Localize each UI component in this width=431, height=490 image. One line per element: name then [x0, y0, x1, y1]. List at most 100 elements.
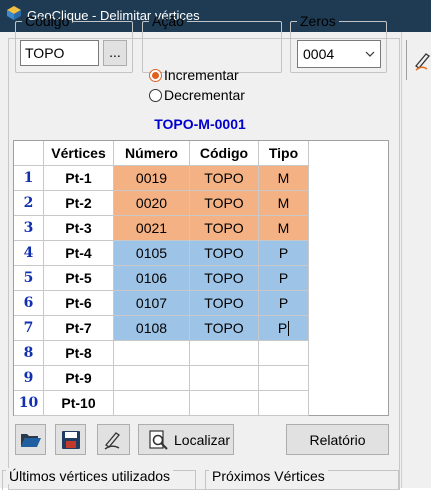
cell-tipo[interactable]: M: [259, 166, 309, 191]
cell-tipo[interactable]: [259, 366, 309, 391]
vertices-grid[interactable]: Vértices Número Código Tipo 1 Pt-1 0019 TOPO M 2 P…: [13, 140, 389, 416]
ultimos-vertices-group: Últimos vértices utilizados: [2, 468, 196, 490]
floppy-disk-icon: [61, 430, 80, 449]
decrementar-radio[interactable]: Decrementar: [149, 86, 245, 104]
cell-numero[interactable]: 0107: [114, 291, 190, 316]
cell-tipo[interactable]: M: [259, 191, 309, 216]
acao-group: Ação: [142, 13, 282, 73]
cell-codigo-text: TOPO: [204, 245, 244, 261]
cell-codigo[interactable]: TOPO: [190, 291, 259, 316]
row-index[interactable]: 8: [14, 341, 44, 366]
cell-numero-text: 0107: [135, 295, 168, 311]
preview-code: TOPO-M-0001: [154, 116, 246, 132]
cell-tipo[interactable]: P: [259, 316, 309, 341]
row-index[interactable]: 10: [14, 391, 44, 416]
acao-legend: Ação: [152, 13, 184, 29]
cell-codigo[interactable]: TOPO: [190, 316, 259, 341]
grid-header-vertice[interactable]: Vértices: [44, 141, 114, 166]
row-index[interactable]: 7: [14, 316, 44, 341]
row-index[interactable]: 6: [14, 291, 44, 316]
chevron-down-icon: [365, 51, 375, 57]
row-index[interactable]: 5: [14, 266, 44, 291]
cell-codigo[interactable]: TOPO: [190, 266, 259, 291]
row-index[interactable]: 2: [14, 191, 44, 216]
cell-tipo-text: P: [278, 295, 289, 311]
cell-numero[interactable]: 0021: [114, 216, 190, 241]
cell-vertice[interactable]: Pt-7: [44, 316, 114, 341]
grid-header-codigo[interactable]: Código: [190, 141, 259, 166]
cell-numero[interactable]: 0108: [114, 316, 190, 341]
cell-numero-text: 0021: [135, 220, 168, 236]
open-button[interactable]: [15, 424, 46, 455]
cell-vertice[interactable]: Pt-10: [44, 391, 114, 416]
cell-codigo-text: TOPO: [204, 295, 244, 311]
cell-tipo-text: M: [277, 170, 290, 186]
relatorio-button[interactable]: Relatório: [286, 424, 389, 455]
cell-codigo-text: TOPO: [204, 270, 244, 286]
cell-numero[interactable]: 0106: [114, 266, 190, 291]
cell-vertice[interactable]: Pt-8: [44, 341, 114, 366]
cell-vertice[interactable]: Pt-3: [44, 216, 114, 241]
zeros-legend: Zeros: [300, 13, 336, 29]
grid-header-numero[interactable]: Número: [114, 141, 190, 166]
cell-codigo[interactable]: TOPO: [190, 241, 259, 266]
text-cursor: [288, 320, 290, 336]
cell-codigo-text: TOPO: [204, 170, 244, 186]
cell-codigo[interactable]: [190, 366, 259, 391]
cell-numero-text: 0105: [135, 245, 168, 261]
save-button[interactable]: [55, 424, 86, 455]
codigo-input[interactable]: TOPO: [20, 40, 99, 66]
cell-tipo[interactable]: [259, 341, 309, 366]
row-index[interactable]: 4: [14, 241, 44, 266]
zeros-select[interactable]: 0004: [297, 40, 381, 68]
magnifier-document-icon: [149, 429, 168, 450]
cell-tipo-text: M: [277, 220, 290, 236]
incrementar-label: Incrementar: [164, 67, 239, 83]
cell-vertice-text: Pt-9: [65, 370, 92, 386]
row-index[interactable]: 3: [14, 216, 44, 241]
cell-vertice[interactable]: Pt-6: [44, 291, 114, 316]
toolbar-separator: [406, 40, 407, 80]
cell-vertice[interactable]: Pt-5: [44, 266, 114, 291]
cell-tipo[interactable]: P: [259, 266, 309, 291]
pen-draw-icon[interactable]: [414, 50, 431, 72]
row-index[interactable]: 1: [14, 166, 44, 191]
cell-codigo[interactable]: TOPO: [190, 166, 259, 191]
cell-tipo[interactable]: [259, 391, 309, 416]
cell-vertice-text: Pt-3: [65, 220, 92, 236]
incrementar-radio[interactable]: Incrementar: [149, 66, 239, 84]
cell-numero[interactable]: [114, 341, 190, 366]
cell-numero[interactable]: 0020: [114, 191, 190, 216]
cell-vertice-text: Pt-8: [65, 345, 92, 361]
cell-codigo[interactable]: [190, 391, 259, 416]
cell-vertice[interactable]: Pt-9: [44, 366, 114, 391]
cell-vertice[interactable]: Pt-2: [44, 191, 114, 216]
cell-codigo[interactable]: TOPO: [190, 216, 259, 241]
cell-numero[interactable]: 0105: [114, 241, 190, 266]
cell-vertice-text: Pt-6: [65, 295, 92, 311]
cell-vertice[interactable]: Pt-1: [44, 166, 114, 191]
cell-tipo-text: P: [278, 270, 289, 286]
grid-corner-header: [14, 141, 44, 166]
radio-selected-icon[interactable]: [149, 68, 162, 82]
grid-header-tipo[interactable]: Tipo: [259, 141, 309, 166]
codigo-browse-button[interactable]: ...: [103, 40, 127, 66]
ultimos-vertices-label: Últimos vértices utilizados: [6, 468, 174, 484]
draw-button[interactable]: [97, 424, 130, 455]
cell-numero[interactable]: [114, 366, 190, 391]
cell-codigo[interactable]: TOPO: [190, 191, 259, 216]
cell-tipo[interactable]: P: [259, 241, 309, 266]
localizar-button[interactable]: Localizar: [138, 424, 234, 455]
cell-vertice-text: Pt-10: [61, 395, 96, 411]
cell-numero[interactable]: [114, 391, 190, 416]
cell-tipo-text: M: [277, 195, 290, 211]
cell-numero[interactable]: 0019: [114, 166, 190, 191]
radio-unselected-icon[interactable]: [149, 88, 162, 102]
cell-vertice[interactable]: Pt-4: [44, 241, 114, 266]
cell-codigo[interactable]: [190, 341, 259, 366]
cell-vertice-text: Pt-7: [65, 320, 92, 336]
cell-tipo[interactable]: M: [259, 216, 309, 241]
row-index[interactable]: 9: [14, 366, 44, 391]
proximos-vertices-group: Próximos Vértices: [205, 468, 399, 490]
cell-tipo[interactable]: P: [259, 291, 309, 316]
